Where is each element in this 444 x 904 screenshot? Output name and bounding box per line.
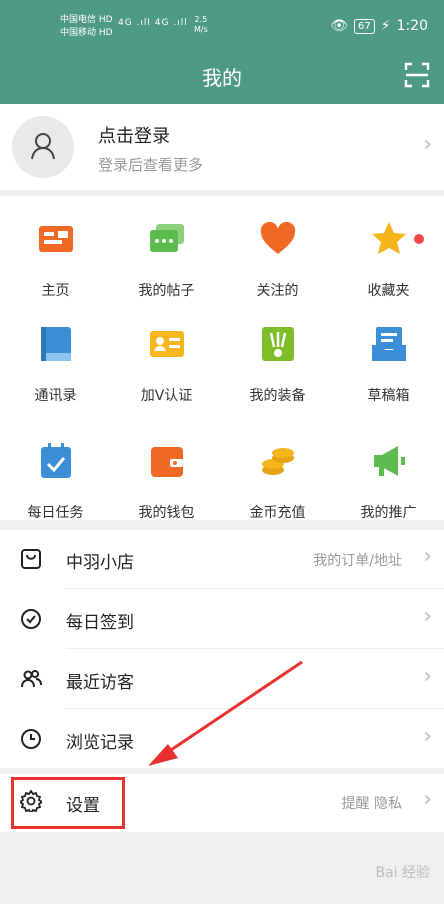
grid-item-wallet[interactable]: 我的钱包 — [111, 418, 222, 526]
chevron-right-icon: › — [423, 132, 432, 157]
grid-item-contacts[interactable]: 通讯录 — [0, 301, 111, 409]
grid-label: 关注的 — [256, 283, 299, 299]
highlight-box — [11, 777, 125, 829]
wallet-icon — [151, 447, 183, 477]
chevron-right-icon: › — [423, 724, 432, 749]
chevron-right-icon: › — [423, 544, 432, 569]
list-item-hint: 我的订单/地址 — [313, 553, 402, 569]
grid-label: 加V认证 — [140, 388, 193, 404]
grid-label: 收藏夹 — [367, 283, 410, 299]
menu-list: 中羽小店 我的订单/地址 › 每日签到 › 最近访客 › 浏览记录 › — [0, 530, 444, 768]
grid-item-drafts[interactable]: 草稿箱 — [333, 301, 444, 409]
chevron-right-icon: › — [423, 787, 432, 812]
list-item-hint: 提醒 隐私 — [341, 796, 402, 812]
list-item-checkin[interactable]: 每日签到 › — [0, 590, 444, 649]
net-speed-value: 2.5 — [194, 15, 208, 24]
daily-task-icon — [41, 443, 71, 478]
clock-time: 1:20 — [396, 18, 428, 34]
app-header: 我的 — [0, 46, 444, 104]
grid-item-daily-task[interactable]: 每日任务 — [0, 418, 111, 526]
scan-icon[interactable] — [404, 62, 430, 88]
status-bar: 中国电信 HD 中国移动 HD 4G .ıll 4G .ıll 2.5 M/s … — [0, 0, 444, 46]
list-item-label: 每日签到 — [66, 613, 134, 633]
eye-icon: 👁 — [330, 18, 348, 34]
carrier-2: 中国移动 HD — [60, 28, 113, 38]
watermark: Bai 经验 — [375, 865, 430, 881]
list-item-label: 浏览记录 — [66, 733, 134, 753]
verify-id-icon — [150, 331, 184, 357]
shuttlecock-icon — [262, 327, 294, 361]
heart-icon — [260, 221, 296, 254]
net-speed: 2.5 M/s — [194, 15, 208, 35]
grid-item-promotion[interactable]: 我的推广 — [333, 418, 444, 526]
shop-bag-icon — [21, 549, 41, 569]
login-subtitle: 登录后查看更多 — [98, 156, 204, 174]
divider — [66, 648, 444, 649]
divider — [66, 708, 444, 709]
avatar[interactable] — [12, 116, 74, 178]
list-item-shop[interactable]: 中羽小店 我的订单/地址 › — [0, 530, 444, 589]
login-title[interactable]: 点击登录 — [98, 122, 170, 148]
charging-icon: ⚡ — [380, 18, 391, 34]
notification-badge — [414, 234, 424, 244]
grid-item-equipment[interactable]: 我的装备 — [222, 301, 333, 409]
chevron-right-icon: › — [423, 604, 432, 629]
contacts-book-icon — [41, 327, 71, 361]
posts-chat-icon — [150, 224, 184, 252]
check-circle-icon — [21, 609, 41, 629]
star-icon — [372, 222, 406, 254]
clock-icon — [21, 729, 41, 749]
grid-item-coin-recharge[interactable]: 金币充值 — [222, 418, 333, 526]
home-card-icon — [39, 226, 73, 252]
grid-item-posts[interactable]: 我的帖子 — [111, 196, 222, 304]
list-item-label: 最近访客 — [66, 673, 134, 693]
grid-label: 主页 — [41, 283, 70, 299]
net-speed-unit: M/s — [194, 25, 208, 34]
chevron-right-icon: › — [423, 664, 432, 689]
list-item-label: 中羽小店 — [66, 553, 134, 573]
page-title: 我的 — [202, 66, 242, 90]
carrier-1: 中国电信 HD — [60, 15, 113, 25]
user-icon — [31, 133, 55, 160]
grid-label: 我的钱包 — [138, 505, 195, 521]
grid-label: 草稿箱 — [367, 388, 410, 404]
signal-icon: 4G .ıll 4G .ıll — [118, 18, 188, 28]
battery-icon: 67 — [353, 18, 375, 34]
grid-item-home[interactable]: 主页 — [0, 196, 111, 304]
grid-label: 我的帖子 — [138, 283, 195, 299]
grid-label: 我的装备 — [249, 388, 306, 404]
grid-item-verify[interactable]: 加V认证 — [111, 301, 222, 409]
carrier-info: 中国电信 HD 中国移动 HD — [60, 14, 113, 40]
list-item-history[interactable]: 浏览记录 › — [0, 710, 444, 769]
divider — [66, 588, 444, 589]
megaphone-icon — [374, 446, 405, 476]
grid-label: 金币充值 — [249, 505, 306, 521]
grid-label: 每日任务 — [27, 505, 84, 521]
coins-icon — [262, 448, 294, 475]
grid-item-favorites[interactable]: 收藏夹 — [333, 196, 444, 304]
grid-label: 我的推广 — [360, 505, 417, 521]
visitors-icon — [21, 670, 42, 688]
status-right: 👁 67 ⚡ 1:20 — [330, 18, 428, 34]
grid-label: 通讯录 — [34, 388, 77, 404]
grid-item-following[interactable]: 关注的 — [222, 196, 333, 304]
drafts-tray-icon — [372, 327, 406, 361]
feature-grid: 主页 我的帖子 关注的 收藏夹 通讯录 加V认证 我的装备 草稿箱 每日任务 我… — [0, 196, 444, 521]
list-item-visitors[interactable]: 最近访客 › — [0, 650, 444, 709]
profile-card[interactable]: 点击登录 登录后查看更多 › — [0, 104, 444, 190]
